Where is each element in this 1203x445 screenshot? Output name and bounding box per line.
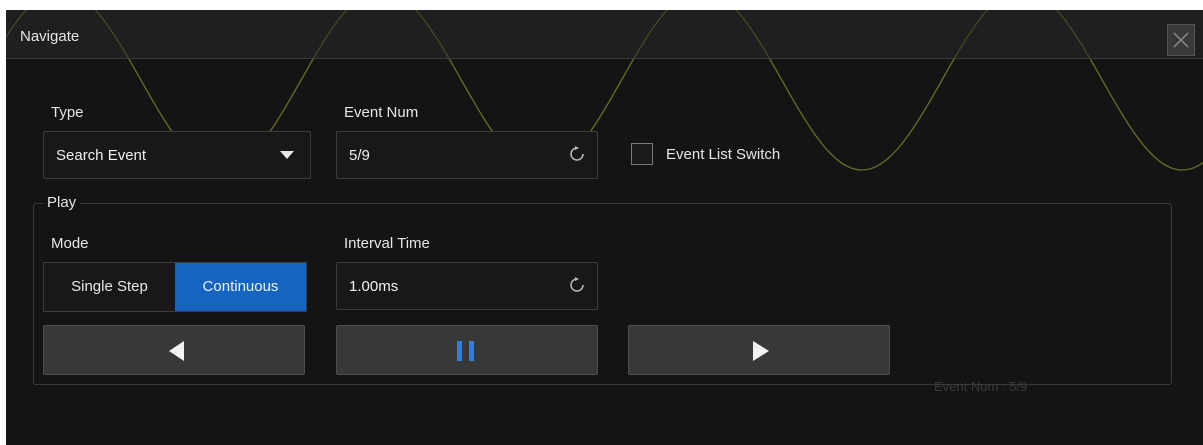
- refresh-icon[interactable]: [569, 146, 585, 162]
- refresh-icon[interactable]: [569, 277, 585, 293]
- close-icon: [1173, 32, 1189, 48]
- close-button[interactable]: [1167, 24, 1195, 56]
- mode-continuous[interactable]: Continuous: [175, 263, 306, 311]
- dropdown-arrow-icon: [280, 151, 294, 159]
- event-list-label: Event List Switch: [666, 146, 781, 163]
- dialog-title: Navigate: [20, 28, 80, 45]
- previous-button[interactable]: [43, 325, 305, 375]
- next-button[interactable]: [628, 325, 890, 375]
- title-bar: Navigate: [6, 10, 1203, 59]
- event-num-input[interactable]: 5/9: [336, 131, 598, 179]
- event-num-label: Event Num: [344, 104, 419, 121]
- navigate-dialog: Navigate Type Search Event Event Num 5/9: [6, 10, 1203, 445]
- event-list-checkbox[interactable]: [631, 143, 653, 165]
- interval-time-label: Interval Time: [344, 235, 430, 252]
- pause-icon: [457, 341, 474, 361]
- event-num-value: 5/9: [349, 147, 370, 164]
- type-value: Search Event: [56, 147, 147, 164]
- type-select[interactable]: Search Event: [43, 131, 311, 179]
- event-num-status: Event Num : 5/9: [934, 379, 1028, 394]
- interval-time-input[interactable]: 1.00ms: [336, 262, 598, 310]
- oscilloscope-screen: Navigate Type Search Event Event Num 5/9: [6, 10, 1203, 445]
- mode-single-step[interactable]: Single Step: [44, 263, 175, 311]
- play-legend: Play: [43, 194, 81, 211]
- triangle-left-icon: [169, 341, 184, 361]
- triangle-right-icon: [753, 341, 769, 361]
- pause-button[interactable]: [336, 325, 598, 375]
- mode-label: Mode: [51, 235, 89, 252]
- type-label: Type: [51, 104, 84, 121]
- interval-time-value: 1.00ms: [349, 278, 399, 295]
- mode-segmented-control: Single Step Continuous: [43, 262, 307, 312]
